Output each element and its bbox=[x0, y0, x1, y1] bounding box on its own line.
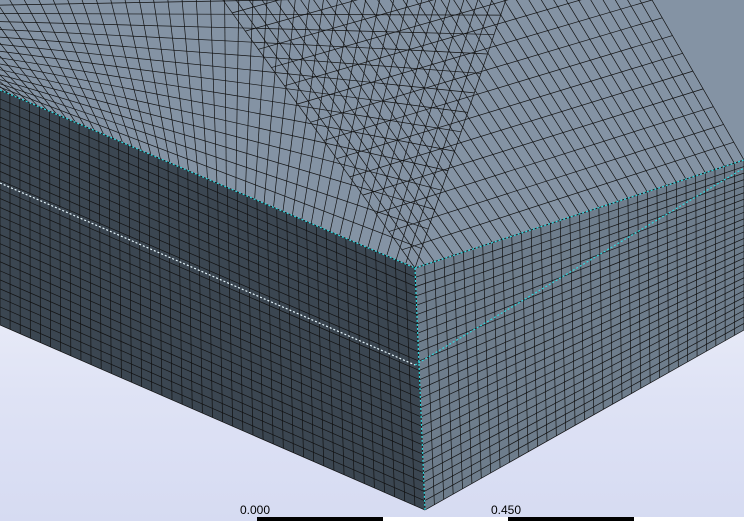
scale-label-start: 0.000 bbox=[240, 503, 271, 517]
scale-label-mid: 0.450 bbox=[491, 503, 522, 517]
scale-bar-segment bbox=[508, 517, 634, 521]
scale-bar-segment bbox=[383, 517, 508, 521]
scale-bar-segment bbox=[634, 517, 744, 521]
scale-bar-segment bbox=[257, 517, 383, 521]
mesh-viewport[interactable] bbox=[0, 0, 744, 521]
